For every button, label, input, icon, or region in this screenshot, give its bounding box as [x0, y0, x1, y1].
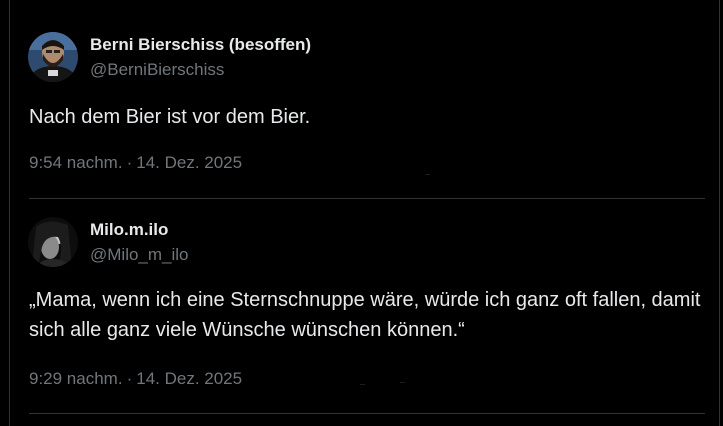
artifact-speck: [360, 384, 365, 385]
meta-separator: ·: [126, 369, 133, 388]
tweet-card[interactable]: Berni Bierschiss (besoffen) @BerniBiersc…: [10, 0, 719, 198]
avatar-dark-photo-icon: [28, 217, 78, 267]
right-border: [719, 0, 720, 426]
meta-separator: ·: [126, 153, 133, 172]
artifact-speck: [425, 174, 430, 175]
tweet-text: „Mama, wenn ich eine Sternschnuppe wäre,…: [29, 289, 701, 341]
avatar-man-beard-icon: [28, 32, 78, 82]
user-handle[interactable]: @Milo_m_ilo: [90, 245, 189, 265]
tweet-text: Nach dem Bier ist vor dem Bier.: [29, 106, 311, 128]
display-name[interactable]: Berni Bierschiss (besoffen): [90, 35, 311, 55]
tweet-card[interactable]: Milo.m.ilo @Milo_m_ilo „Mama, wenn ich e…: [10, 199, 719, 413]
tweet-time: 9:54 nachm.: [29, 153, 123, 172]
user-handle[interactable]: @BerniBierschiss: [90, 60, 224, 80]
tweet-date: 14. Dez. 2025: [136, 153, 243, 172]
screenshot-frame: Berni Bierschiss (besoffen) @BerniBiersc…: [0, 0, 723, 426]
tweet-time: 9:29 nachm.: [29, 369, 123, 388]
avatar[interactable]: [28, 217, 78, 267]
tweet-divider: [29, 413, 705, 414]
tweet-timestamp[interactable]: 9:54 nachm. · 14. Dez. 2025: [29, 153, 242, 173]
avatar[interactable]: [28, 32, 78, 82]
display-name[interactable]: Milo.m.ilo: [90, 220, 168, 240]
tweet-timestamp[interactable]: 9:29 nachm. · 14. Dez. 2025: [29, 369, 242, 389]
artifact-speck: [400, 382, 405, 383]
tweet-date: 14. Dez. 2025: [136, 369, 243, 388]
